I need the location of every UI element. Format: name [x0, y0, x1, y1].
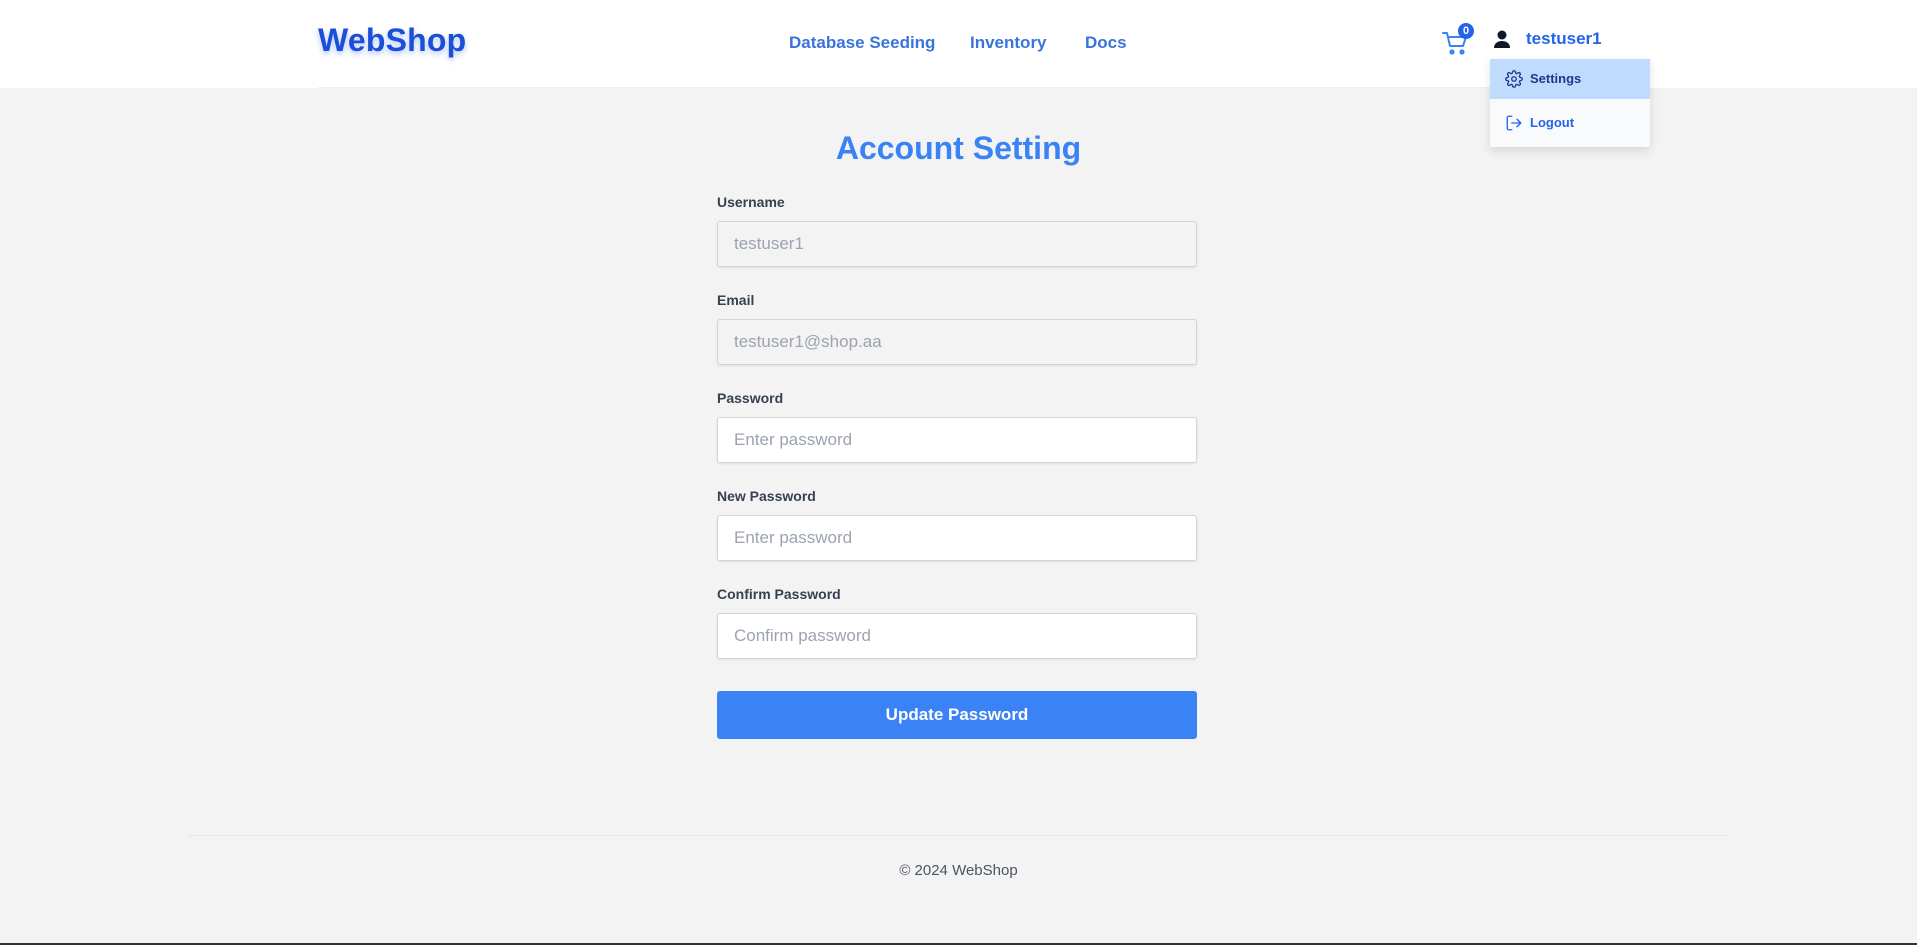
email-field[interactable]: [717, 319, 1197, 365]
username-label: Username: [717, 194, 785, 210]
menu-item-settings-label: Settings: [1530, 71, 1582, 86]
site-logo[interactable]: WebShop: [318, 22, 466, 59]
user-icon: [1493, 29, 1511, 49]
username-field[interactable]: [717, 221, 1197, 267]
password-label: Password: [717, 390, 784, 406]
nav-inventory[interactable]: Inventory: [970, 33, 1047, 53]
user-menu-toggle[interactable]: testuser1: [1526, 29, 1602, 49]
page-title: Account Setting: [835, 130, 1082, 166]
password-field[interactable]: [717, 417, 1197, 463]
confirm-password-label: Confirm Password: [717, 586, 841, 602]
header-divider: [318, 87, 1598, 88]
nav-database-seeding[interactable]: Database Seeding: [789, 33, 935, 53]
gear-icon: [1505, 70, 1523, 88]
nav-docs[interactable]: Docs: [1085, 33, 1127, 53]
footer-divider: [188, 835, 1728, 836]
new-password-field[interactable]: [717, 515, 1197, 561]
cart-count-badge: 0: [1458, 23, 1474, 39]
footer-copyright: © 2024 WebShop: [899, 862, 1018, 879]
new-password-label: New Password: [717, 488, 816, 504]
menu-item-settings[interactable]: Settings: [1490, 59, 1650, 99]
menu-item-logout-label: Logout: [1530, 115, 1575, 130]
email-label: Email: [717, 292, 755, 308]
update-password-button[interactable]: Update Password: [717, 691, 1197, 739]
confirm-password-field[interactable]: [717, 613, 1197, 659]
